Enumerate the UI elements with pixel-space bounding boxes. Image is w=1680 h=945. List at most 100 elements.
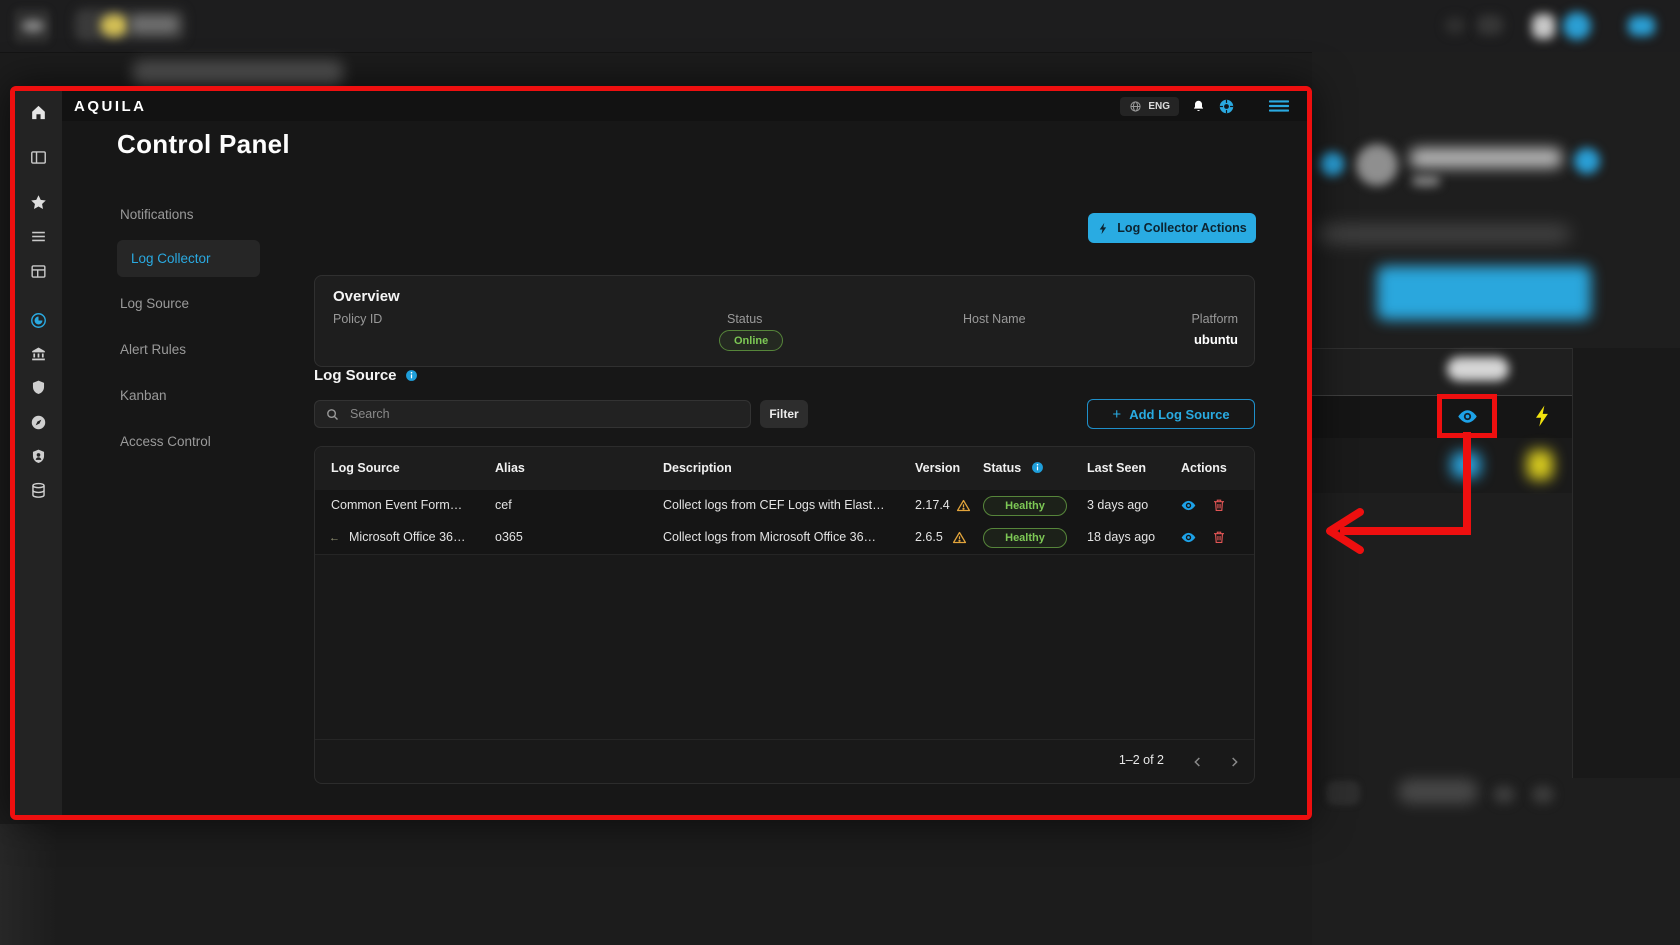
lifebuoy-icon[interactable] (1218, 98, 1235, 115)
plus-icon: + (1112, 406, 1121, 423)
child-row-arrow-icon: ← (329, 532, 340, 544)
language-selector[interactable]: ENG (1120, 97, 1179, 116)
filter-button[interactable]: Filter (760, 400, 808, 428)
background-page-title-blur (133, 61, 343, 86)
page-size-blur (1326, 781, 1360, 805)
edit-icon-blur (1574, 148, 1600, 174)
bell-icon[interactable] (1191, 99, 1206, 114)
col-alias: Alias (495, 461, 525, 475)
overview-title: Overview (333, 288, 400, 305)
background-table-header (1312, 348, 1572, 396)
chevron-left-icon[interactable] (1188, 752, 1208, 772)
row-description: Collect logs from CEF Logs with Elast… (663, 498, 885, 512)
background-table-margin (1572, 348, 1680, 778)
trash-icon[interactable] (1211, 529, 1227, 545)
collector-name-blur (1410, 148, 1562, 168)
panel-layout-icon[interactable] (29, 148, 48, 167)
hamburger-menu-icon (1628, 16, 1655, 36)
log-collector-actions-button[interactable]: Log Collector Actions (1088, 213, 1256, 243)
overview-card: Overview Policy ID Status Host Name Plat… (314, 275, 1255, 367)
info-icon[interactable] (405, 369, 418, 382)
overlay-header: AQUILA ENG (62, 91, 1307, 122)
hamburger-menu-icon[interactable] (1269, 99, 1289, 113)
shield-icon[interactable] (29, 378, 48, 397)
globe-icon (1129, 100, 1142, 113)
page-title: Control Panel (117, 129, 290, 160)
page-label-blur (1398, 779, 1478, 804)
lightning-bolt-icon[interactable] (1531, 404, 1555, 428)
row-name: Microsoft Office 36… (349, 530, 465, 544)
brand-text: AQUILA (74, 98, 147, 115)
background-rail-strip (0, 824, 58, 945)
chevron-right-icon[interactable] (1224, 752, 1244, 772)
user-shield-icon[interactable] (29, 447, 48, 466)
background-actions-row-blur (1312, 438, 1572, 493)
row-alias: o365 (495, 530, 523, 544)
info-icon[interactable] (1031, 461, 1044, 474)
trash-icon[interactable] (1211, 497, 1227, 513)
nav-item-log-source[interactable]: Log Source (120, 296, 189, 311)
row-description: Collect logs from Microsoft Office 36… (663, 530, 876, 544)
search-box (314, 400, 751, 428)
log-source-table: Log Source Alias Description Version Sta… (314, 446, 1255, 784)
eye-icon[interactable] (1180, 529, 1197, 546)
host-name-label: Host Name (963, 312, 1026, 326)
brand-logo[interactable]: AQUILA (74, 98, 147, 115)
control-panel-overlay annotation-overlay-border: AQUILA ENG Control Panel Notifications L… (10, 86, 1312, 820)
status-badge: Healthy (983, 496, 1067, 516)
compass-icon[interactable] (29, 413, 48, 432)
status-badge: Healthy (983, 528, 1067, 548)
col-log-source: Log Source (331, 461, 400, 475)
add-log-source-button[interactable]: + Add Log Source (1087, 399, 1255, 429)
back-icon-blur (1320, 152, 1344, 176)
icon-rail (15, 91, 63, 815)
nav-item-notifications[interactable]: Notifications (120, 207, 194, 222)
gauge-target-icon[interactable] (29, 311, 48, 330)
hamburger-bars-blur (22, 20, 44, 32)
eye-icon (1451, 452, 1481, 478)
nav-item-access-control[interactable]: Access Control (120, 434, 211, 449)
row-version: 2.6.5 (915, 530, 943, 544)
table-row[interactable]: ← Microsoft Office 36… o365 Collect logs… (315, 522, 1254, 555)
col-version: Version (915, 461, 960, 475)
nav-item-log-collector[interactable]: Log Collector (117, 240, 260, 277)
lightning-bolt-icon (1097, 222, 1110, 235)
col-actions: Actions (1181, 461, 1227, 475)
nav-item-alert-rules[interactable]: Alert Rules (120, 342, 186, 357)
brand-logo-text-blur (130, 16, 178, 33)
row-alias: cef (495, 498, 512, 512)
database-icon[interactable] (29, 481, 48, 500)
table-pagination: 1–2 of 2 (315, 739, 1254, 783)
warning-icon (952, 530, 967, 545)
search-input[interactable] (348, 406, 740, 422)
status-label: Status (727, 312, 762, 326)
language-blur (1445, 17, 1465, 34)
nav-item-kanban[interactable]: Kanban (120, 388, 167, 403)
language-label: ENG (1148, 101, 1170, 112)
star-icon[interactable] (29, 193, 48, 212)
table-grid-icon[interactable] (29, 262, 48, 281)
bell-icon (1532, 14, 1555, 39)
control-panel-content: Control Panel Notifications Log Collecto… (62, 121, 1307, 815)
home-icon[interactable] (29, 103, 48, 122)
info-line-blur (1318, 226, 1570, 242)
language-label-blur (1477, 15, 1503, 35)
avatar (1356, 144, 1398, 186)
eye-icon[interactable] (1180, 497, 1197, 514)
brand-logo-dot-blur (100, 14, 128, 37)
prev-page-blur (1493, 785, 1515, 804)
log-source-section-title: Log Source (314, 367, 418, 384)
menu-list-icon[interactable] (29, 227, 48, 246)
row-last-seen: 18 days ago (1087, 530, 1155, 544)
col-description: Description (663, 461, 732, 475)
row-name: Common Event Form… (331, 498, 462, 512)
col-status: Status (983, 461, 1021, 475)
table-row[interactable]: Common Event Form… cef Collect logs from… (315, 490, 1254, 523)
lightning-bolt-icon (1527, 450, 1553, 480)
institution-icon[interactable] (29, 344, 48, 363)
status-online-badge: Online (719, 330, 783, 351)
pagination-range: 1–2 of 2 (1119, 753, 1164, 767)
background-topbar (0, 0, 1680, 53)
col-last-seen: Last Seen (1087, 461, 1146, 475)
lifebuoy-icon (1563, 12, 1591, 40)
